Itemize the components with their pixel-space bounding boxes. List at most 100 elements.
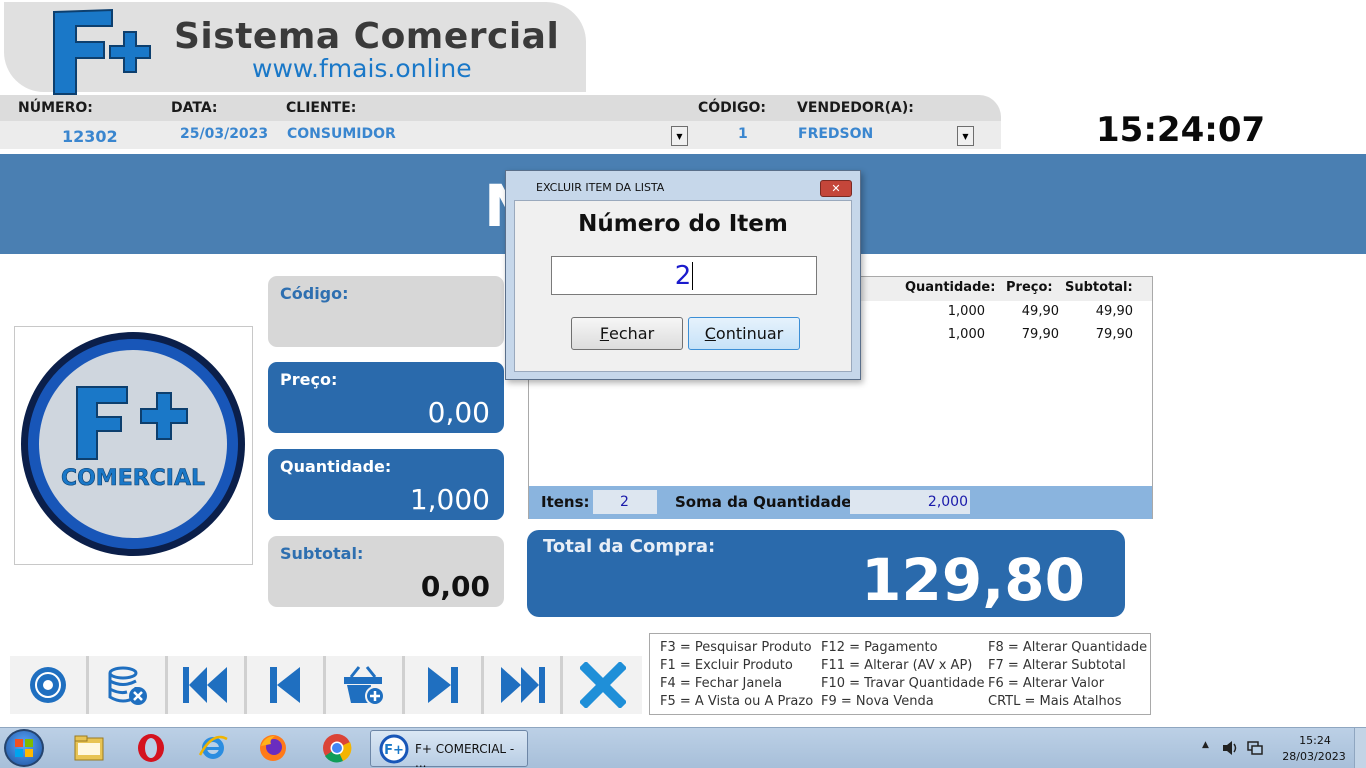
preco-field-label: Preço:: [280, 370, 338, 389]
network-icon[interactable]: [1246, 740, 1264, 756]
dialog-title: EXCLUIR ITEM DA LISTA: [536, 181, 665, 194]
item-list-footer: Itens: 2 Soma da Quantidade: 2,000: [529, 486, 1152, 519]
item-number-value: 2: [674, 260, 692, 291]
row-preco: 79,90: [1021, 327, 1059, 342]
header-preco: Preço:: [1006, 280, 1053, 295]
soma-quantidade: 2,000: [850, 490, 970, 514]
row-preco: 49,90: [1021, 304, 1059, 319]
itens-label: Itens:: [541, 493, 590, 511]
shortcut-text: F4 = Fechar Janela: [660, 676, 783, 691]
opera-icon: [138, 734, 164, 762]
skip-last-icon: [501, 667, 545, 703]
app-window: Sistema Comercial www.fmais.online NÚMER…: [0, 0, 1366, 768]
tray-time[interactable]: 15:24: [1290, 734, 1340, 747]
vendedor-label: VENDEDOR(A):: [797, 100, 914, 116]
continuar-button[interactable]: Continuar: [688, 317, 800, 350]
logo-banner: Sistema Comercial www.fmais.online: [4, 2, 586, 95]
close-sale-button[interactable]: [563, 656, 642, 714]
subtotal-field-label: Subtotal:: [280, 544, 364, 563]
tray-expand-icon[interactable]: ▲: [1202, 740, 1209, 750]
preco-field[interactable]: Preço: 0,00: [268, 362, 504, 433]
start-button[interactable]: [4, 729, 44, 767]
item-number-input[interactable]: 2: [551, 256, 817, 295]
next-item-button[interactable]: [405, 656, 484, 714]
chrome-icon: [323, 734, 352, 763]
codigo-label: CÓDIGO:: [698, 100, 766, 116]
add-basket-button[interactable]: [326, 656, 405, 714]
show-desktop-button[interactable]: [1354, 728, 1366, 768]
fcomercial-taskbar-button[interactable]: F+ F+ COMERCIAL - ...: [370, 730, 528, 768]
disc-button[interactable]: [10, 656, 89, 714]
itens-count: 2: [593, 490, 657, 514]
volume-icon[interactable]: [1222, 740, 1240, 756]
data-label: DATA:: [171, 100, 218, 116]
shortcut-legend: F3 = Pesquisar Produto F12 = Pagamento F…: [649, 633, 1151, 715]
shortcut-text: F5 = A Vista ou A Prazo: [660, 694, 814, 709]
comercial-logo-icon: COMERCIAL: [21, 332, 245, 556]
firefox-taskbar-button[interactable]: [256, 731, 290, 765]
vendedor-dropdown-button[interactable]: ▼: [957, 126, 974, 146]
disc-icon: [30, 667, 66, 703]
clock: 15:24:07: [1096, 110, 1266, 150]
shortcut-text: F7 = Alterar Subtotal: [988, 658, 1126, 673]
fechar-label: echar: [609, 324, 655, 343]
dialog-close-icon[interactable]: ✕: [820, 180, 852, 197]
numero-label: NÚMERO:: [18, 100, 93, 116]
skip-next-icon: [428, 667, 458, 703]
previous-item-button[interactable]: [247, 656, 326, 714]
fplus-app-icon-text: F+: [384, 743, 404, 758]
header-quantidade: Quantidade:: [905, 280, 996, 295]
quantidade-field[interactable]: Quantidade: 1,000: [268, 449, 504, 520]
continuar-accelerator: C: [704, 324, 716, 343]
codigo-field[interactable]: Código:: [268, 276, 504, 347]
app-title: Sistema Comercial: [174, 16, 560, 57]
total-label: Total da Compra:: [543, 536, 716, 557]
internet-explorer-icon: [198, 735, 228, 759]
explorer-taskbar-button[interactable]: [72, 731, 106, 765]
ie-taskbar-button[interactable]: [196, 731, 230, 765]
cliente-dropdown-button[interactable]: ▼: [671, 126, 688, 146]
opera-taskbar-button[interactable]: [134, 731, 168, 765]
firefox-icon: [260, 735, 286, 761]
skip-first-icon: [183, 667, 227, 703]
fplus-app-icon: F+: [379, 734, 409, 764]
data-value[interactable]: 25/03/2023: [180, 126, 268, 142]
skip-previous-icon: [270, 667, 300, 703]
delete-item-dialog: EXCLUIR ITEM DA LISTA ✕ Número do Item 2…: [505, 170, 861, 380]
cliente-select[interactable]: CONSUMIDOR: [287, 126, 396, 142]
soma-label: Soma da Quantidade:: [675, 493, 858, 511]
shortcut-text: F3 = Pesquisar Produto: [660, 640, 812, 655]
windows-logo-icon: [15, 739, 33, 757]
numero-value: 12302: [62, 127, 118, 146]
header-subtotal: Subtotal:: [1065, 280, 1133, 295]
app-url: www.fmais.online: [252, 54, 472, 83]
shortcut-text: F1 = Excluir Produto: [660, 658, 793, 673]
total-value: 129,80: [861, 546, 1085, 614]
row-quantidade: 1,000: [947, 304, 985, 319]
codigo-field-label: Código:: [280, 284, 349, 303]
text-caret: [692, 261, 694, 290]
codigo-value[interactable]: 1: [738, 126, 748, 142]
row-subtotal: 49,90: [1095, 304, 1133, 319]
taskbar: F+ F+ COMERCIAL - ... ▲ 15:24 28/03/2023: [0, 727, 1366, 768]
preco-field-value[interactable]: 0,00: [428, 396, 490, 429]
vendedor-select[interactable]: FREDSON: [798, 126, 873, 142]
basket-add-icon: [344, 666, 385, 706]
folder-icon: [74, 735, 104, 761]
remove-database-button[interactable]: [89, 656, 168, 714]
tray-date[interactable]: 28/03/2023: [1276, 750, 1352, 763]
first-item-button[interactable]: [168, 656, 247, 714]
action-toolbar: [10, 656, 642, 714]
shortcut-text: F11 = Alterar (AV x AP): [821, 658, 973, 673]
subtotal-field: Subtotal: 0,00: [268, 536, 504, 607]
shortcut-text: F12 = Pagamento: [821, 640, 938, 655]
quantidade-field-value[interactable]: 1,000: [410, 483, 490, 516]
shortcut-text: F9 = Nova Venda: [821, 694, 934, 709]
sale-info-bar: NÚMERO: DATA: CLIENTE: CÓDIGO: VENDEDOR(…: [0, 95, 1001, 149]
chrome-taskbar-button[interactable]: [320, 731, 354, 765]
fechar-button[interactable]: Fechar: [571, 317, 683, 350]
shortcut-text: CRTL = Mais Atalhos: [988, 694, 1122, 709]
shortcut-text: F8 = Alterar Quantidade: [988, 640, 1148, 655]
last-item-button[interactable]: [484, 656, 563, 714]
quantidade-field-label: Quantidade:: [280, 457, 392, 476]
